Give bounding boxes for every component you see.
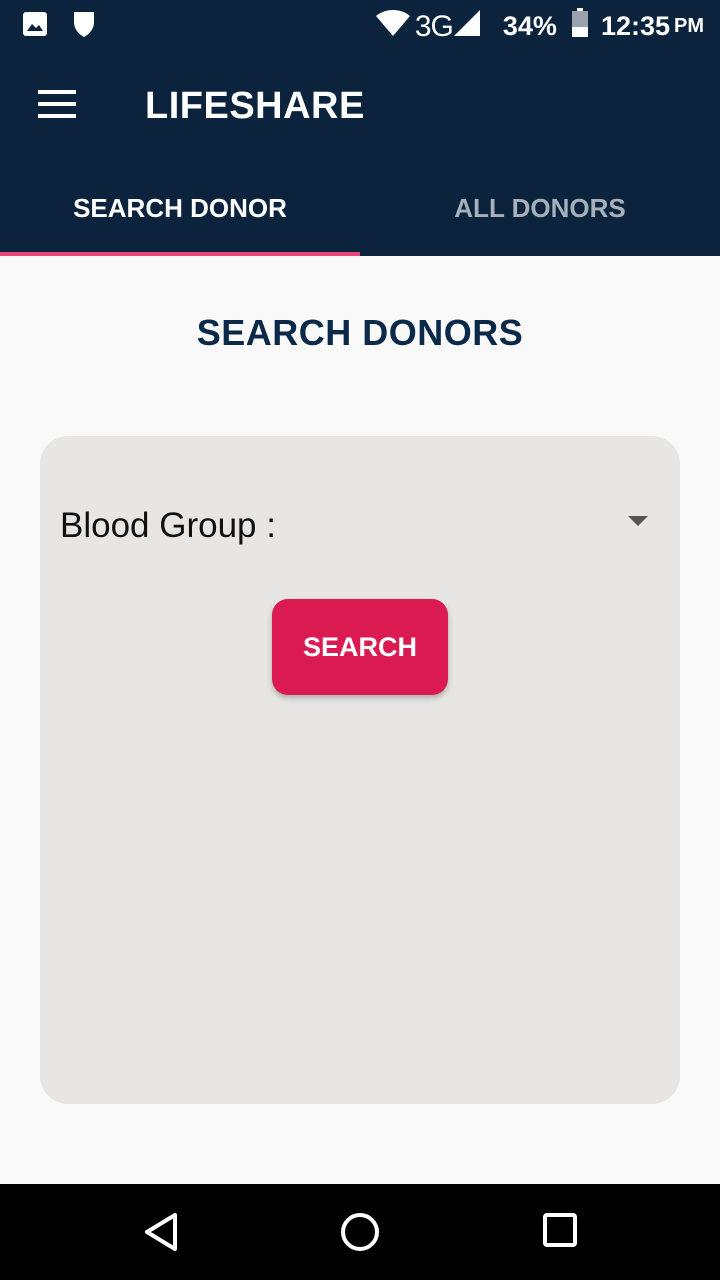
tab-all-donors[interactable]: ALL DONORS xyxy=(360,160,720,256)
recents-icon[interactable] xyxy=(542,1212,578,1253)
tab-label: ALL DONORS xyxy=(454,192,626,223)
dropdown-arrow-icon[interactable] xyxy=(628,516,648,526)
clock: 12:35 xyxy=(600,11,670,41)
network-type: 3G xyxy=(414,9,454,43)
shield-icon xyxy=(72,10,96,43)
signal-icon xyxy=(453,9,481,44)
wifi-icon xyxy=(375,9,411,44)
app-title: LIFESHARE xyxy=(145,85,365,127)
back-icon[interactable] xyxy=(142,1212,180,1257)
app-bar: LIFESHARE xyxy=(0,52,720,160)
battery-icon xyxy=(571,8,589,45)
status-bar: 3G 34% 12:35 PM xyxy=(0,0,720,52)
blood-group-label: Blood Group : xyxy=(60,506,276,545)
search-card: Blood Group : SEARCH xyxy=(40,436,680,1104)
screen: 3G 34% 12:35 PM LIFESHARE SEARCH DONOR A… xyxy=(0,0,720,1280)
tab-search-donor[interactable]: SEARCH DONOR xyxy=(0,160,360,256)
home-icon[interactable] xyxy=(340,1212,380,1257)
clock-ampm: PM xyxy=(674,15,704,37)
status-left xyxy=(22,10,96,43)
active-tab-indicator xyxy=(0,252,360,256)
tab-label: SEARCH DONOR xyxy=(73,192,287,223)
battery-percent: 34% xyxy=(502,11,557,41)
status-right: 3G 34% 12:35 PM xyxy=(375,8,704,45)
tab-bar: SEARCH DONOR ALL DONORS xyxy=(0,160,720,256)
hamburger-menu-icon[interactable] xyxy=(38,90,76,120)
system-nav-bar xyxy=(0,1184,720,1280)
image-icon xyxy=(22,11,48,42)
page-heading: SEARCH DONORS xyxy=(196,312,524,353)
blood-group-select[interactable]: Blood Group : xyxy=(60,506,660,550)
search-button[interactable]: SEARCH xyxy=(272,599,448,695)
